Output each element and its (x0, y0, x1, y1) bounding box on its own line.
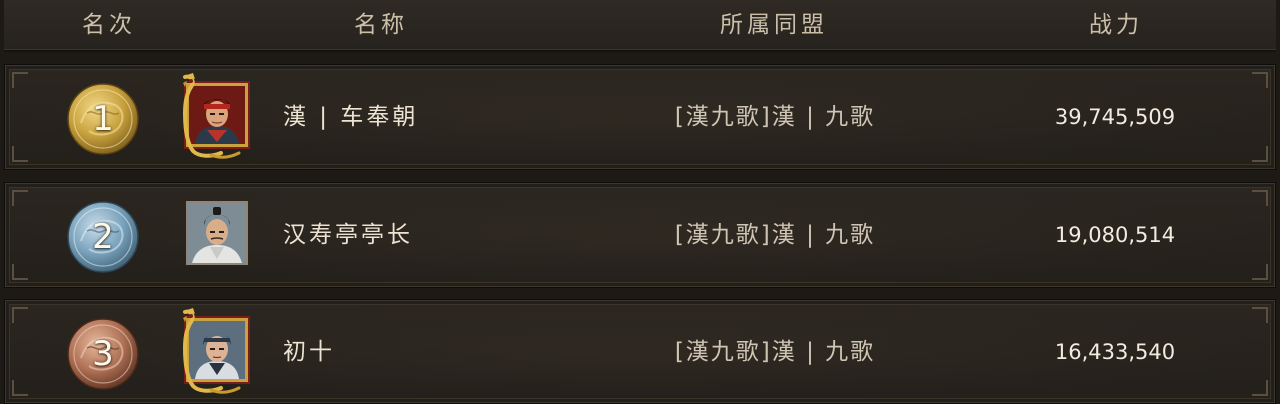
rank-number: 2 (92, 217, 114, 257)
power-value: 19,080,514 (1054, 223, 1176, 247)
gold-medal-icon: 1 (67, 83, 139, 155)
alliance-name[interactable]: [漢九歌]漢 | 九歌 (625, 300, 925, 404)
dragon-frame-icon (182, 308, 241, 394)
corner-ornament (1252, 307, 1268, 323)
power-value: 39,745,509 (1054, 105, 1176, 129)
header-alliance: 所属同盟 (720, 12, 828, 38)
player-avatar[interactable] (181, 308, 257, 394)
leaderboard-row[interactable]: 2 汉寿亭亭长 [漢九歌]漢 | 九歌 19,080,514 (4, 182, 1276, 288)
corner-ornament (12, 190, 28, 206)
header-power: 战力 (1089, 12, 1143, 38)
corner-ornament (12, 264, 28, 280)
alliance-name[interactable]: [漢九歌]漢 | 九歌 (625, 65, 925, 169)
corner-ornament (1252, 146, 1268, 162)
corner-ornament (1252, 190, 1268, 206)
leaderboard-row[interactable]: 3 初十 [漢九歌]漢 | 九歌 16,433,540 (4, 299, 1276, 404)
leaderboard-row[interactable]: 1 漢 | 车奉朝 [漢九歌]漢 | 九歌 39,745,509 (4, 64, 1276, 170)
corner-ornament (1252, 380, 1268, 396)
header-name: 名称 (354, 12, 408, 38)
corner-ornament (12, 380, 28, 396)
player-avatar[interactable] (181, 191, 257, 277)
player-name[interactable]: 汉寿亭亭长 (283, 183, 413, 287)
player-name[interactable]: 漢 | 车奉朝 (283, 65, 418, 169)
alliance-name[interactable]: [漢九歌]漢 | 九歌 (625, 183, 925, 287)
player-avatar[interactable] (181, 73, 257, 159)
power-value: 16,433,540 (1054, 340, 1176, 364)
silver-medal-icon: 2 (67, 201, 139, 273)
rank-number: 1 (92, 99, 114, 139)
corner-ornament (12, 72, 28, 88)
header-rank: 名次 (82, 12, 136, 38)
corner-ornament (12, 307, 28, 323)
corner-ornament (1252, 264, 1268, 280)
leaderboard-header: 名次 名称 所属同盟 战力 (4, 0, 1276, 52)
corner-ornament (1252, 72, 1268, 88)
avatar (186, 201, 248, 265)
rank-number: 3 (92, 334, 114, 374)
bronze-medal-icon: 3 (67, 318, 139, 390)
corner-ornament (12, 146, 28, 162)
player-name[interactable]: 初十 (283, 300, 335, 404)
dragon-frame-icon (182, 73, 241, 159)
